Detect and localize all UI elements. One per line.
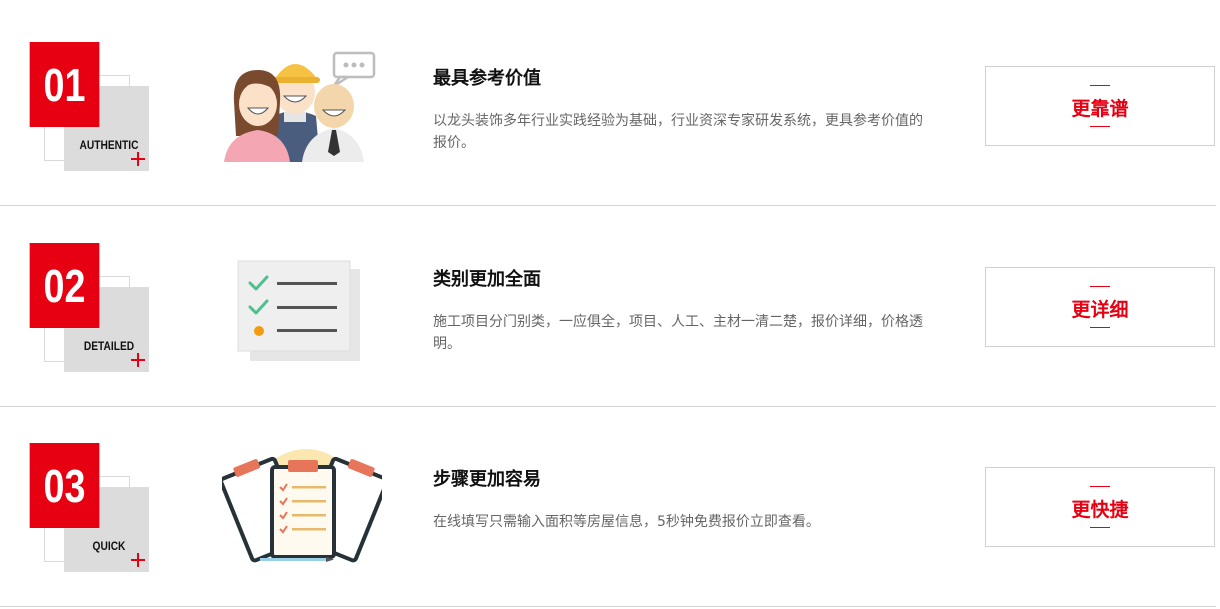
tag-line-top xyxy=(1090,486,1110,487)
feature-row-1: 01 AUTHENTIC 最具参考价值 以龙头装饰多年行业实践经验为基础，行业资… xyxy=(0,0,1220,200)
tag-label: 更靠谱 xyxy=(1071,98,1129,120)
people-team-icon xyxy=(224,51,376,162)
feature-description: 施工项目分门别类，一应俱全，项目、人工、主材一清二楚，报价详细，价格透明。 xyxy=(433,314,923,352)
tag-line-bottom xyxy=(1090,126,1110,127)
tag-line-bottom xyxy=(1090,527,1110,528)
feature-title: 最具参考价值 xyxy=(433,68,541,89)
feature-row-3: 03 QUICK 步骤更加容易 在线填写只需输入面积等房屋信息，5秒钟免费报价立… xyxy=(0,401,1220,601)
number-badge: 02 DETAILED xyxy=(22,243,152,373)
tag-line-top xyxy=(1090,286,1110,287)
number-badge: 01 AUTHENTIC xyxy=(22,42,152,172)
tag-button[interactable]: 更靠谱 xyxy=(985,66,1215,146)
tag-label: 更详细 xyxy=(1071,299,1129,321)
badge-word: DETAILED xyxy=(83,339,135,353)
tag-line-bottom xyxy=(1090,327,1110,328)
clipboards-icon xyxy=(222,449,382,563)
plus-icon xyxy=(131,152,145,166)
tag-label: 更快捷 xyxy=(1071,499,1129,521)
badge-word: AUTHENTIC xyxy=(79,138,139,152)
tag-line-top xyxy=(1090,85,1110,86)
badge-number: 03 xyxy=(29,443,100,528)
feature-description: 以龙头装饰多年行业实践经验为基础，行业资深专家研发系统，更具参考价值的报价。 xyxy=(433,113,923,151)
checklist-icon xyxy=(237,260,360,361)
badge-word: QUICK xyxy=(92,539,126,553)
feature-row-2: 02 DETAILED 类别更加全面 施工项目分门别类，一应俱全，项目、人工、主… xyxy=(0,201,1220,401)
plus-icon xyxy=(131,353,145,367)
badge-number: 01 xyxy=(29,42,100,127)
badge-number: 02 xyxy=(29,243,100,328)
row-divider xyxy=(0,606,1216,607)
feature-title: 类别更加全面 xyxy=(433,269,541,290)
feature-description: 在线填写只需输入面积等房屋信息，5秒钟免费报价立即查看。 xyxy=(433,514,820,530)
tag-button[interactable]: 更快捷 xyxy=(985,467,1215,547)
plus-icon xyxy=(131,553,145,567)
number-badge: 03 QUICK xyxy=(22,443,152,573)
tag-button[interactable]: 更详细 xyxy=(985,267,1215,347)
feature-title: 步骤更加容易 xyxy=(433,469,541,490)
